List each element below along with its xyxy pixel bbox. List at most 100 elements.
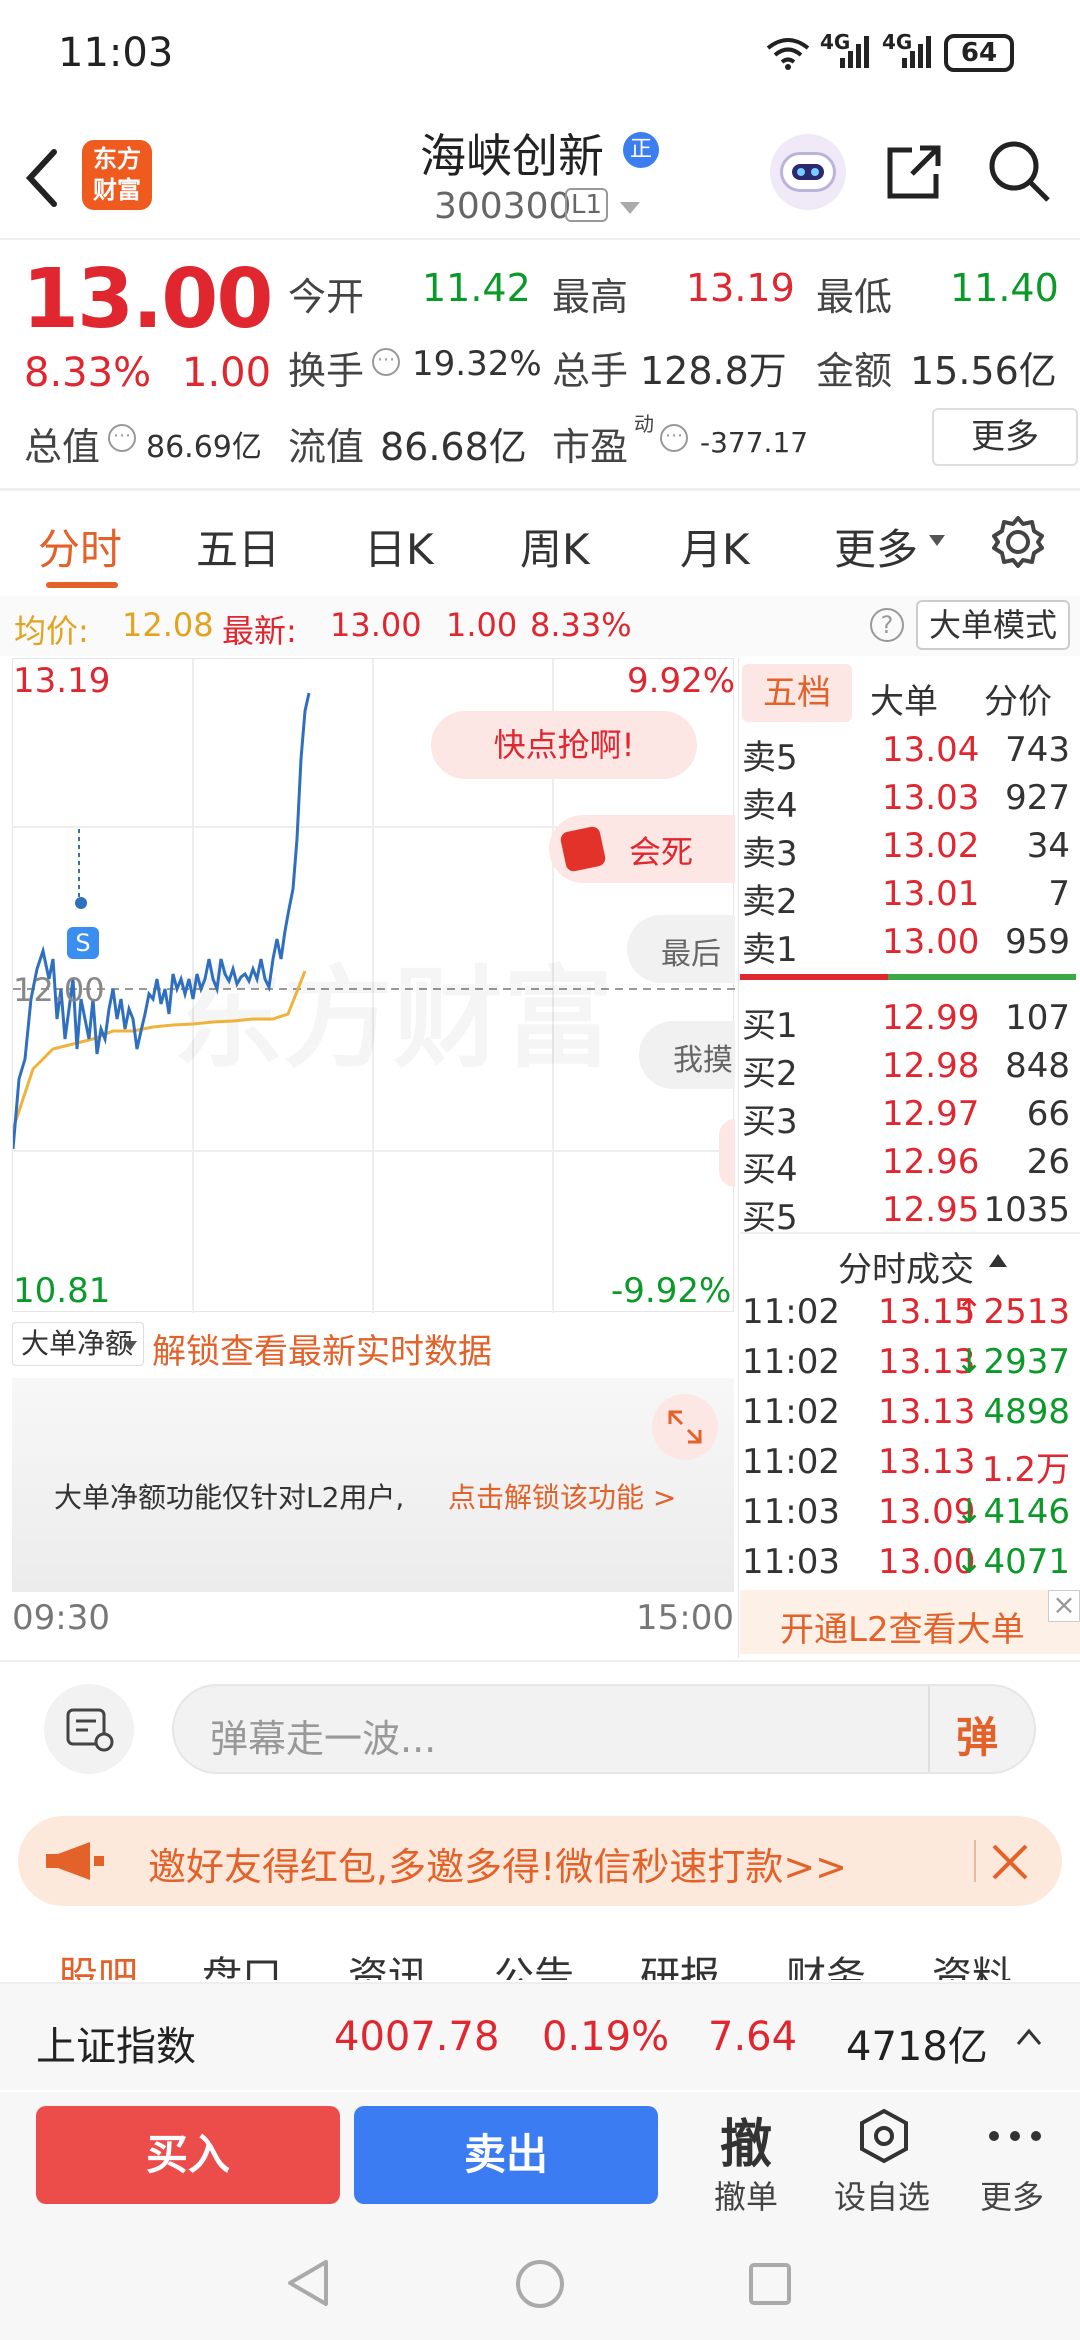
float-label: 流值	[288, 425, 365, 469]
sell-level-row[interactable]: 卖4 13.03 927	[742, 778, 1076, 826]
level-volume: 7	[1048, 874, 1070, 914]
tab-announcement[interactable]: 公告	[494, 1944, 574, 1980]
level-label: 买2	[742, 1054, 798, 1094]
more-actions-button[interactable]: 更多	[966, 2102, 1066, 2216]
close-icon[interactable]: ×	[1048, 1590, 1080, 1622]
y-axis-mid: 12.00	[13, 971, 105, 1009]
tab-research[interactable]: 研报	[640, 1944, 720, 1980]
back-nav-icon[interactable]	[286, 2258, 330, 2308]
intraday-chart[interactable]: 东方财富 S 13.19 12.00 10.81 9.92% -9.92% 快点…	[12, 658, 735, 1313]
buy-level-row[interactable]: 买3 12.97 66	[742, 1094, 1076, 1142]
signal-marker[interactable]: S	[67, 927, 99, 959]
unlock-feature-link[interactable]: 点击解锁该功能 >	[448, 1476, 676, 1516]
buy-level-row[interactable]: 买2 12.98 848	[742, 1046, 1076, 1094]
promo-text[interactable]: 邀好友得红包,多邀多得!微信秒速打款>>	[148, 1836, 847, 1891]
robot-assistant-icon[interactable]	[770, 134, 846, 210]
more-quote-button[interactable]: 更多	[932, 408, 1078, 466]
avg-value: 12.08	[122, 606, 214, 644]
promo-banner[interactable]: 邀好友得红包,多邀多得!微信秒速打款>>	[18, 1816, 1062, 1906]
high-value: 13.19	[686, 266, 795, 310]
level-badge[interactable]: L1	[565, 188, 609, 222]
chevron-left-icon[interactable]	[22, 148, 62, 208]
sell-level-row[interactable]: 卖2 13.01 7	[742, 874, 1076, 922]
tab-day-k[interactable]: 日K	[364, 516, 434, 577]
status-bar: 11:03 4G 4G 64	[0, 0, 1080, 110]
cancel-order-button[interactable]: 撤 撤单	[690, 2102, 800, 2216]
settings-gear-icon[interactable]	[990, 514, 1046, 570]
search-icon[interactable]	[986, 138, 1052, 204]
index-amount: 4718亿	[846, 2024, 988, 2070]
tab-finance[interactable]: 财务	[786, 1944, 866, 1980]
cancel-glyph: 撤	[720, 2115, 773, 2175]
buy-label: 买入	[145, 2130, 230, 2179]
more-label: 更多	[980, 2178, 1045, 2216]
float-value: 86.68亿	[380, 425, 527, 469]
info-icon[interactable]: ⋯	[372, 348, 400, 376]
caret-down-icon[interactable]	[122, 1340, 138, 1352]
sell-level-row[interactable]: 卖1 13.00 959	[742, 922, 1076, 970]
level-volume: 26	[1026, 1142, 1070, 1182]
tab-profile[interactable]: 资料	[932, 1944, 1012, 1980]
unlock-realtime-link[interactable]: 解锁查看最新实时数据	[152, 1324, 492, 1373]
pct-axis-bottom: -9.92%	[611, 1271, 732, 1311]
info-icon[interactable]: ⋯	[660, 424, 688, 452]
buy-level-row[interactable]: 买1 12.99 107	[742, 998, 1076, 1046]
index-ticker[interactable]: 上证指数 4007.78 0.19% 7.64 4718亿	[0, 1982, 1080, 2090]
share-icon[interactable]	[882, 140, 946, 204]
caret-down-icon[interactable]	[928, 534, 946, 548]
l2-banner-text[interactable]: 开通L2查看大单	[780, 1602, 1025, 1651]
big-order-mode-button[interactable]: 大单模式	[916, 600, 1070, 650]
big-order-locked-panel: 大单净额功能仅针对L2用户, 点击解锁该功能 >	[12, 1378, 734, 1592]
sell-button[interactable]: 卖出	[354, 2106, 658, 2204]
signal-icon	[840, 36, 869, 68]
sell-level-row[interactable]: 卖3 13.02 34	[742, 826, 1076, 874]
latest-percent: 8.33%	[530, 606, 632, 644]
ticks-title[interactable]: 分时成交	[838, 1242, 974, 1291]
caret-up-icon[interactable]	[988, 1252, 1008, 1268]
level-price: 13.00	[882, 922, 980, 962]
tab-price-level[interactable]: 分价	[984, 674, 1052, 723]
level-label: 卖1	[742, 930, 798, 970]
tab-forum[interactable]: 股吧	[58, 1944, 138, 1980]
level-price: 13.02	[882, 826, 980, 866]
tick-volume: ↓4071	[954, 1542, 1070, 1582]
info-icon[interactable]: ⋯	[108, 424, 136, 452]
watch-label: 设自选	[834, 2178, 931, 2216]
tab-five-day[interactable]: 五日	[196, 516, 280, 577]
tab-handicap[interactable]: 盘口	[202, 1944, 282, 1980]
expand-icon[interactable]	[652, 1394, 718, 1460]
battery-icon: 64	[944, 34, 1014, 72]
buy-button[interactable]: 买入	[36, 2106, 340, 2204]
add-watchlist-button[interactable]: 设自选	[824, 2102, 944, 2216]
recents-nav-icon[interactable]	[748, 2262, 792, 2306]
pe-sup: 动	[634, 412, 654, 436]
tab-five-level[interactable]: 五档	[742, 664, 852, 722]
buy-level-row[interactable]: 买4 12.96 26	[742, 1142, 1076, 1190]
tick-time: 11:03	[742, 1492, 840, 1532]
comment-input[interactable]: 弹幕走一波... 弹	[172, 1684, 1036, 1774]
signal-icon-2	[902, 36, 931, 68]
period-tabs: 分时 五日 日K 周K 月K 更多	[0, 490, 1080, 594]
tab-week-k[interactable]: 周K	[520, 516, 590, 577]
send-label: 弹	[956, 1713, 999, 1762]
help-icon[interactable]: ?	[870, 608, 904, 642]
mktcap-value: 86.69亿	[146, 430, 262, 465]
tab-month-k[interactable]: 月K	[680, 516, 750, 577]
l2-banner[interactable]: 开通L2查看大单 ×	[740, 1590, 1080, 1654]
send-danmaku-button[interactable]: 弹	[928, 1686, 1036, 1772]
tab-news[interactable]: 资讯	[348, 1944, 428, 1980]
close-icon[interactable]	[990, 1842, 1030, 1882]
danmaku-text: 最后	[661, 937, 721, 972]
danmaku-settings-icon[interactable]	[44, 1684, 134, 1774]
tab-big-order[interactable]: 大单	[870, 674, 938, 723]
tab-more[interactable]: 更多	[834, 516, 918, 577]
home-nav-icon[interactable]	[514, 2258, 566, 2310]
tab-intraday[interactable]: 分时	[38, 516, 122, 577]
sell-level-row[interactable]: 卖5 13.04 743	[742, 730, 1076, 778]
caret-down-icon[interactable]	[618, 200, 642, 216]
buy-level-row[interactable]: 买5 12.95 1035	[742, 1190, 1076, 1238]
tick-time: 11:03	[742, 1542, 840, 1582]
chevron-up-icon[interactable]	[1016, 2028, 1042, 2046]
level-volume: 959	[1005, 922, 1070, 962]
big-order-dropdown-label: 大单净额	[21, 1327, 134, 1360]
